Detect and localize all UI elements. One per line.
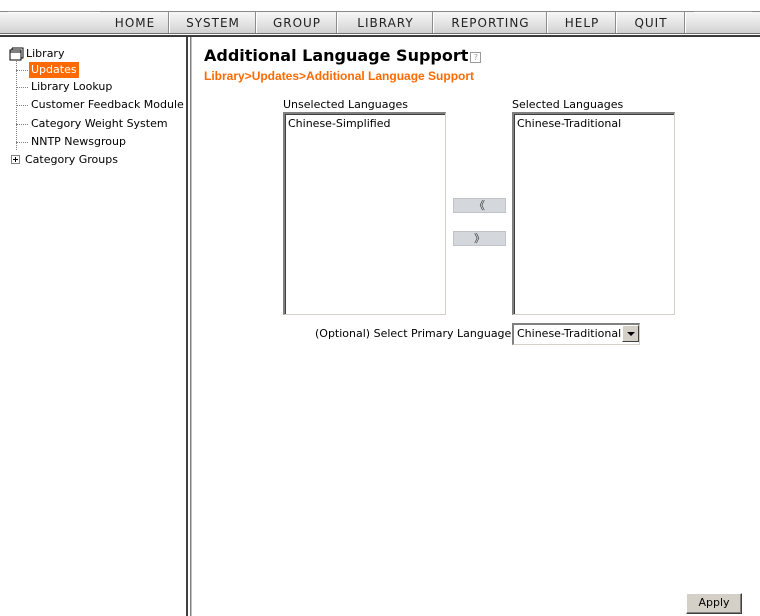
- move-left-button[interactable]: 《: [453, 198, 506, 213]
- menu-separator: [255, 12, 257, 33]
- menu-separator: [546, 12, 548, 33]
- tree-branch-line: [16, 70, 28, 71]
- expand-plus-icon[interactable]: [11, 155, 20, 164]
- primary-language-label: (Optional) Select Primary Language:: [315, 327, 516, 340]
- tree-branch-line: [16, 142, 28, 143]
- menu-groove-left: [8, 11, 100, 13]
- library-tree-panel: Library Updates Library Lookup Customer …: [0, 37, 191, 616]
- menu-help[interactable]: HELP: [549, 14, 615, 32]
- menu-separator: [432, 12, 434, 33]
- sidebar-item-label: Category Weight System: [31, 117, 168, 130]
- main-content: Additional Language Support? Library>Upd…: [192, 37, 760, 616]
- primary-language-select[interactable]: Chinese-Traditional: [512, 323, 640, 345]
- page-title: Additional Language Support?: [204, 46, 482, 65]
- menu-quit[interactable]: QUIT: [618, 14, 684, 32]
- folder-icon: [9, 47, 25, 61]
- breadcrumb: Library>Updates>Additional Language Supp…: [204, 69, 475, 83]
- list-option[interactable]: Chinese-Traditional: [517, 116, 671, 131]
- menu-separator: [684, 12, 686, 33]
- menu-system[interactable]: SYSTEM: [171, 14, 255, 32]
- menu-library[interactable]: LIBRARY: [339, 14, 432, 32]
- menu-reporting[interactable]: REPORTING: [435, 14, 546, 32]
- menu-separator: [615, 12, 617, 33]
- move-right-button[interactable]: 》: [453, 231, 506, 246]
- list-option[interactable]: Chinese-Simplified: [288, 116, 442, 131]
- unselected-languages-list[interactable]: Chinese-Simplified: [283, 112, 446, 315]
- menu-home[interactable]: HOME: [102, 14, 168, 32]
- page-title-text: Additional Language Support: [204, 46, 469, 65]
- selected-languages-label: Selected Languages: [512, 98, 624, 111]
- tree-branch-line: [16, 105, 28, 106]
- tree-branch-line: [16, 87, 28, 88]
- menu-groove-right: [694, 11, 752, 13]
- primary-language-value: Chinese-Traditional: [517, 327, 622, 340]
- help-icon[interactable]: ?: [470, 52, 482, 63]
- sidebar-item-label: Library Lookup: [31, 80, 113, 93]
- tree-branch-line: [16, 124, 28, 125]
- menu-separator: [336, 12, 338, 33]
- apply-button[interactable]: Apply: [686, 593, 742, 614]
- sidebar-item-label: Updates: [29, 62, 79, 78]
- chevron-down-icon[interactable]: [622, 325, 639, 342]
- sidebar-item-label: Customer Feedback Module: [31, 98, 184, 111]
- tree-root-label: Library: [26, 47, 65, 60]
- menu-separator: [168, 12, 170, 33]
- sidebar-item-label: NNTP Newsgroup: [31, 135, 126, 148]
- menu-group[interactable]: GROUP: [258, 14, 336, 32]
- unselected-languages-label: Unselected Languages: [283, 98, 408, 111]
- top-menu-bar: HOME SYSTEM GROUP LIBRARY REPORTING HELP…: [0, 0, 760, 37]
- selected-languages-list[interactable]: Chinese-Traditional: [512, 112, 675, 315]
- panel-divider[interactable]: [186, 37, 188, 616]
- sidebar-item-label: Category Groups: [25, 153, 118, 166]
